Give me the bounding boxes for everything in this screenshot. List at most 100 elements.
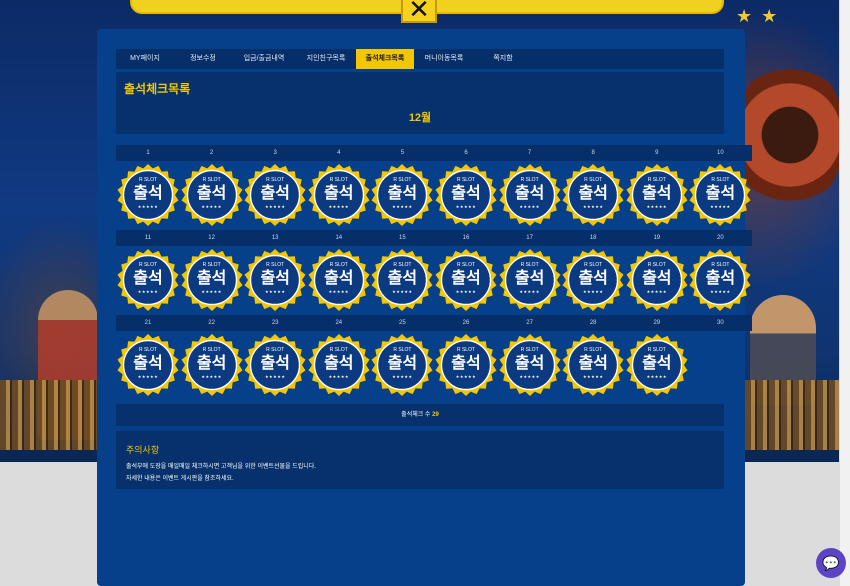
stamp-stars: ★★★★★ [519,204,540,209]
attendance-stamp-icon: R SLOT 출석 ★★★★★ [561,248,625,312]
day-number: 1 [116,145,180,161]
attendance-count-value: 29 [432,412,439,418]
stamp-brand: R SLOT [520,262,539,268]
stamp-brand: R SLOT [584,177,603,183]
stamp-stars: ★★★★★ [582,289,604,294]
attendance-stamp-icon: R SLOT 출석 ★★★★★ [370,163,434,227]
stamp-brand: R SLOT [266,347,285,353]
tab-attendance[interactable]: 출석체크목록 [356,49,414,69]
calendar-day: 14 R SLOT 출석 ★★★★★ [306,230,371,315]
stamp-brand: R SLOT [266,177,285,183]
attendance-stamp-icon: R SLOT 출석 ★★★★★ [561,333,625,397]
stamp-stars: ★★★★★ [582,374,604,379]
stamp-stars: ★★★★★ [710,204,731,209]
attendance-stamp-icon: R SLOT 출석 ★★★★★ [434,163,498,227]
calendar-day: 16 R SLOT 출석 ★★★★★ [434,230,498,315]
stamp-stars: ★★★★★ [392,204,413,209]
stamp-label: 출석 [642,270,672,287]
attendance-stamp-icon: R SLOT 출석 ★★★★★ [434,248,498,312]
notice-line: 출석부에 도장을 매일매일 체크하시면 고객님을 위한 이벤트선물을 드립니다. [126,464,316,470]
close-icon[interactable]: ✕ [401,0,437,23]
stamp-stars: ★★★★★ [392,374,413,379]
stamp-brand: R SLOT [202,262,221,268]
stamp-label: 출석 [387,270,418,287]
stamp-brand: R SLOT [647,177,666,183]
day-number: 10 [688,145,753,161]
stamp-brand: R SLOT [138,347,158,353]
attendance-stamp-icon: R SLOT 출석 ★★★★★ [243,163,307,227]
tab-money-transfer[interactable]: 머니이동목록 [414,49,474,69]
stamp-stars: ★★★★★ [137,289,159,294]
stamp-label: 출석 [451,185,481,202]
stamp-brand: R SLOT [456,177,476,183]
day-number: 4 [306,145,371,161]
stamp-label: 출석 [514,270,545,287]
stamp-brand: R SLOT [138,262,158,268]
stamp-label: 출석 [133,185,163,202]
stamp-label: 출석 [133,355,163,372]
stamp-label: 출석 [133,270,163,287]
coin-stack-left-decoration [0,380,100,450]
calendar-day: 10 R SLOT 출석 ★★★★★ [688,145,753,230]
tab-mypage[interactable]: MY페이지 [116,49,174,69]
notice-box: 주의사항 출석부에 도장을 매일매일 체크하시면 고객님을 위한 이벤트선물을 … [116,431,724,489]
attendance-stamp-icon: R SLOT 출석 ★★★★★ [625,248,689,312]
calendar-day: 9 R SLOT 출석 ★★★★★ [624,145,689,230]
stamp-stars: ★★★★★ [328,289,350,294]
stamp-stars: ★★★★★ [137,204,159,209]
stamp-label: 출석 [705,270,736,287]
attendance-stamp-icon: R SLOT 출석 ★★★★★ [498,248,562,312]
stamp-label: 출석 [324,185,354,202]
day-number: 12 [179,230,244,246]
day-number: 6 [434,145,498,161]
tab-friends[interactable]: 지인친구목록 [296,49,356,69]
tab-messages[interactable]: 쪽지함 [474,49,532,69]
stamp-label: 출석 [642,185,672,202]
stamp-stars: ★★★★★ [455,374,477,379]
stamp-brand: R SLOT [393,177,412,183]
stamp-stars: ★★★★★ [264,204,286,209]
calendar-day: 18 R SLOT 출석 ★★★★★ [561,230,626,315]
attendance-stamp-icon: R SLOT 출석 ★★★★★ [561,163,625,227]
page-scrollbar[interactable] [839,0,850,586]
attendance-stamp-icon: R SLOT 출석 ★★★★★ [625,333,689,397]
day-number: 8 [561,145,626,161]
stamp-brand: R SLOT [266,262,285,268]
stamp-stars: ★★★★★ [328,204,350,209]
calendar-day: 8 R SLOT 출석 ★★★★★ [561,145,626,230]
day-number: 25 [370,315,435,331]
stamp-label: 출석 [196,185,227,202]
attendance-stamp-icon: R SLOT 출석 ★★★★★ [688,163,752,227]
day-number: 15 [370,230,435,246]
day-number: 13 [243,230,308,246]
attendance-stamp-icon: R SLOT 출석 ★★★★★ [688,248,752,312]
attendance-stamp-icon: R SLOT 출석 ★★★★★ [370,333,434,397]
day-number: 21 [116,315,180,331]
tab-deposit-withdraw[interactable]: 입금/출금내역 [232,49,296,69]
day-number: 20 [688,230,753,246]
stamp-stars: ★★★★★ [519,289,540,294]
stamp-brand: R SLOT [202,177,221,183]
attendance-stamp-icon: R SLOT 출석 ★★★★★ [243,248,307,312]
stamp-label: 출석 [705,185,736,202]
title-box: 출석체크목록 12월 [116,72,724,134]
attendance-stamp-icon: R SLOT 출석 ★★★★★ [307,248,371,312]
stamp-brand: R SLOT [329,177,348,183]
tab-profile-edit[interactable]: 정보수정 [174,49,232,69]
stamp-brand: R SLOT [393,262,412,268]
stamp-stars: ★★★★★ [646,374,668,379]
notice-line: 자세한 내용은 이벤트 게시판을 참조하세요. [126,476,234,482]
calendar-day: 21 R SLOT 출석 ★★★★★ [116,315,180,400]
day-number: 17 [497,230,562,246]
stamp-label: 출석 [514,185,545,202]
calendar-day: 2 R SLOT 출석 ★★★★★ [179,145,244,230]
notice-title: 주의사항 [126,445,160,455]
stamp-label: 출석 [196,355,227,372]
attendance-count-label: 출석체크 수 [401,412,431,418]
chat-icon[interactable]: 💬 [816,548,846,578]
day-number: 19 [624,230,689,246]
day-number: 30 [688,315,753,331]
calendar-day: 4 R SLOT 출석 ★★★★★ [306,145,371,230]
stamp-label: 출석 [451,355,481,372]
attendance-stamp-icon: R SLOT 출석 ★★★★★ [116,333,180,397]
